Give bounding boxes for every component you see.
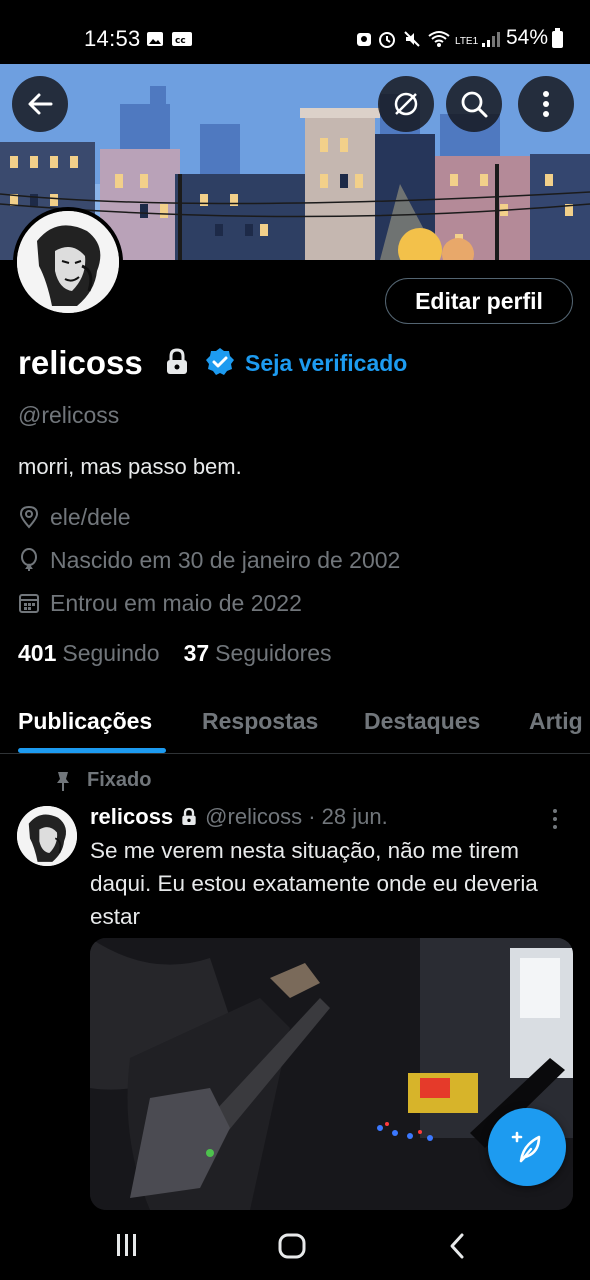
signal-icon — [482, 32, 500, 47]
system-nav-bar — [0, 1210, 590, 1280]
status-bar: 14:53 cc LTE1 54% — [0, 0, 590, 64]
profile-tabs: Publicações Respostas Destaques Artig — [0, 688, 590, 754]
avatar-drawing — [17, 211, 119, 313]
tab-articles[interactable]: Artig — [529, 708, 583, 735]
location-pin-icon — [19, 505, 39, 529]
joined-text: Entrou em maio de 2022 — [50, 589, 302, 616]
back-button[interactable] — [12, 76, 68, 132]
battery-icon — [552, 28, 563, 48]
lock-icon — [182, 807, 196, 825]
verified-badge-icon[interactable] — [205, 347, 235, 377]
location-row: ele/dele — [18, 502, 131, 532]
post-text: Se me verem nesta situação, não me tirem… — [90, 838, 538, 929]
tab-highlights[interactable]: Destaques — [364, 708, 480, 735]
post-author-name[interactable]: relicoss — [90, 804, 173, 830]
lock-icon — [167, 348, 187, 374]
joined-row: Entrou em maio de 2022 — [18, 588, 302, 618]
search-button[interactable] — [446, 76, 502, 132]
tab-posts[interactable]: Publicações — [18, 708, 152, 735]
hide-button[interactable] — [378, 76, 434, 132]
compose-feather-icon — [511, 1131, 541, 1163]
post-header: relicoss @relicoss · 28 jun. — [90, 804, 388, 830]
pinned-text: Fixado — [87, 769, 152, 791]
svg-text:cc: cc — [175, 36, 186, 46]
post-author-avatar[interactable] — [17, 806, 77, 866]
following-link[interactable]: 401 Seguindo — [18, 640, 160, 667]
balloon-icon — [21, 548, 37, 571]
status-time: 14:53 — [84, 26, 141, 51]
followers-label: Seguidores — [215, 640, 332, 666]
back-nav-icon[interactable] — [448, 1232, 466, 1260]
battery-percent: 54% — [506, 26, 549, 49]
alarm-icon — [379, 32, 395, 48]
get-verified-link[interactable]: Seja verificado — [245, 350, 407, 377]
arrow-left-icon — [28, 93, 53, 115]
following-label: Seguindo — [62, 640, 160, 666]
eye-slash-icon — [394, 92, 418, 116]
gallery-notification-icon — [147, 32, 163, 46]
calendar-icon — [19, 594, 39, 613]
profile-status-icon — [357, 33, 371, 46]
profile-avatar[interactable] — [13, 207, 123, 317]
post-more-icon[interactable] — [552, 808, 558, 830]
avatar-drawing — [17, 806, 77, 866]
compose-post-button[interactable] — [488, 1108, 566, 1186]
more-options-button[interactable] — [518, 76, 574, 132]
profile-handle: @relicoss — [18, 402, 120, 428]
location-text: ele/dele — [50, 503, 131, 530]
profile-bio: morri, mas passo bem. — [18, 454, 242, 479]
post-handle-date: @relicoss · 28 jun. — [205, 804, 388, 829]
follow-stats: 401 Seguindo 37 Seguidores — [18, 640, 332, 667]
network-label: LTE1 — [455, 36, 479, 47]
pin-icon — [57, 771, 69, 791]
caption-notification-icon: cc — [172, 32, 192, 46]
more-vertical-icon — [543, 91, 549, 117]
profile-name: relicoss — [18, 344, 143, 381]
active-tab-indicator — [18, 748, 166, 753]
following-count: 401 — [18, 640, 57, 666]
recent-apps-icon[interactable] — [115, 1232, 139, 1258]
followers-link[interactable]: 37 Seguidores — [184, 640, 332, 667]
birthday-row: Nascido em 30 de janeiro de 2002 — [18, 545, 400, 575]
edit-profile-button[interactable]: Editar perfil — [385, 278, 573, 324]
home-icon[interactable] — [278, 1232, 306, 1260]
wifi-icon — [428, 31, 450, 47]
search-icon — [461, 91, 488, 118]
mute-icon — [404, 31, 420, 47]
followers-count: 37 — [183, 640, 210, 666]
pinned-label: Fixado — [55, 769, 151, 792]
birthday-text: Nascido em 30 de janeiro de 2002 — [50, 546, 401, 573]
tab-replies[interactable]: Respostas — [202, 708, 318, 735]
